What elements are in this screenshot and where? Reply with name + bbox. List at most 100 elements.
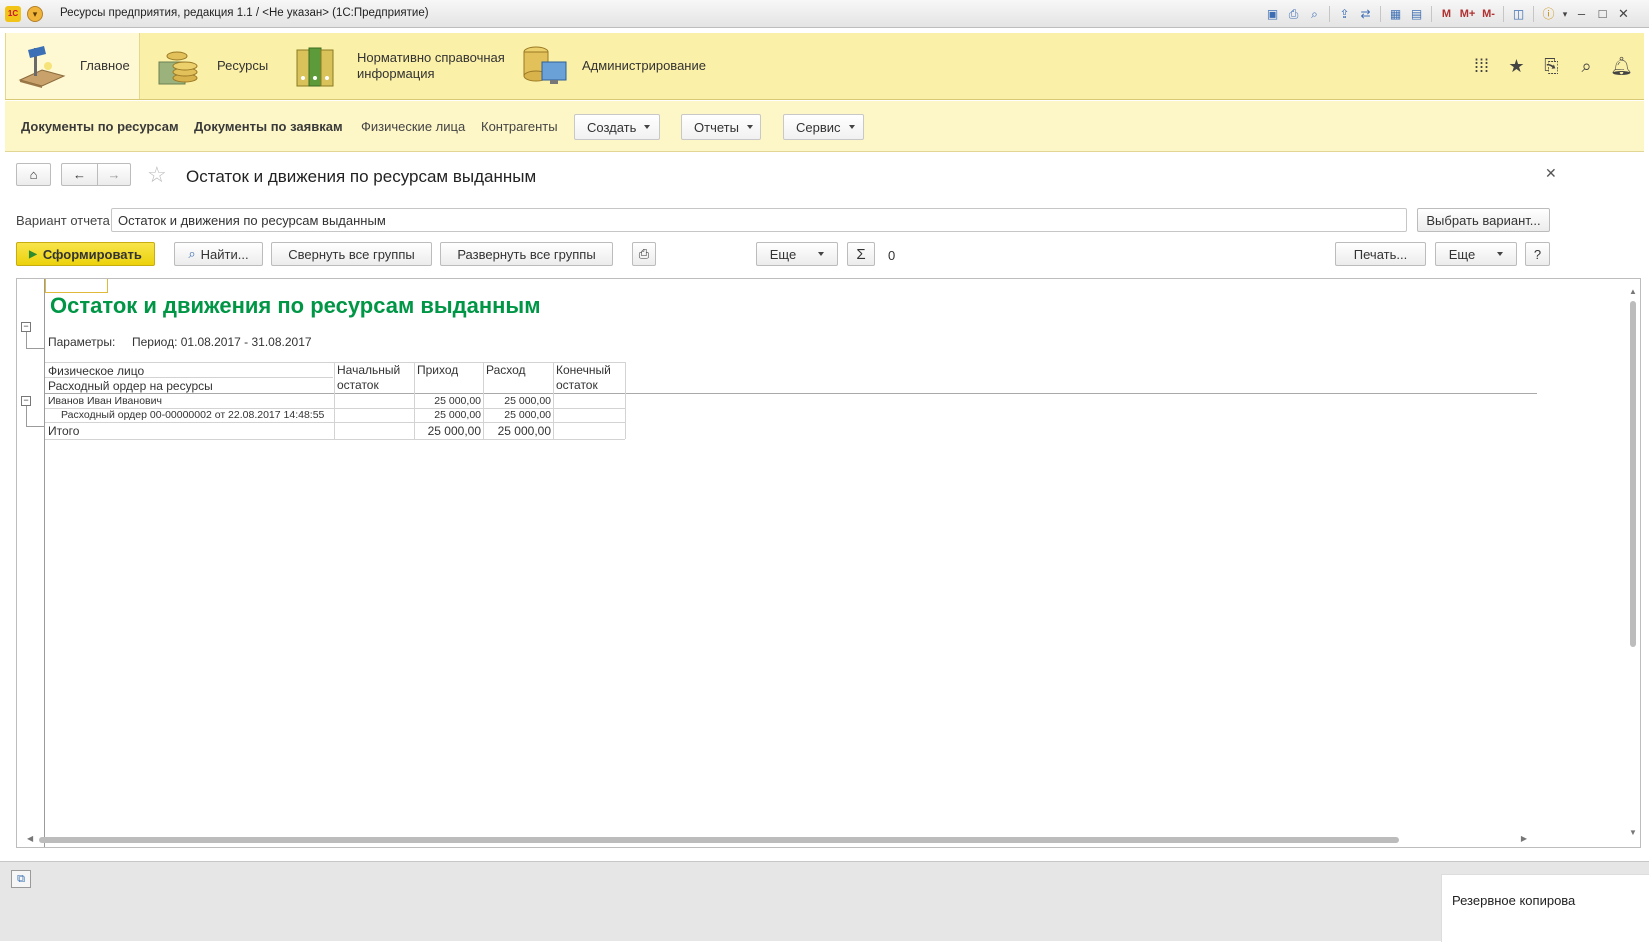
help-button[interactable]: ? <box>1525 242 1550 266</box>
attach-icon[interactable]: ⇄ <box>1355 5 1376 23</box>
close-window-icon[interactable]: ✕ <box>1613 5 1634 23</box>
reports-menu-label: Отчеты <box>694 119 739 135</box>
choose-variant-button[interactable]: Выбрать вариант... <box>1417 208 1550 232</box>
link-icon[interactable]: ⇪ <box>1334 5 1355 23</box>
section-administration[interactable]: Администрирование <box>520 33 720 99</box>
more-button-2[interactable]: Еще <box>1435 242 1517 266</box>
minimize-icon[interactable]: – <box>1571 5 1592 23</box>
preview-icon[interactable]: ⌕ <box>1304 5 1325 23</box>
group-margin-line <box>44 279 45 847</box>
arrow-right-icon: → <box>107 167 121 182</box>
calendar-icon[interactable]: ▤ <box>1406 5 1427 23</box>
grid-line <box>45 439 625 440</box>
row-expense: 25 000,00 <box>504 395 551 407</box>
info-icon[interactable]: ⓘ <box>1538 5 1559 23</box>
scroll-up-icon[interactable]: ▲ <box>1629 287 1637 296</box>
calculator-icon[interactable]: ▦ <box>1385 5 1406 23</box>
arrow-left-icon: ← <box>73 167 86 182</box>
printer-icon: ⎙ <box>638 246 650 261</box>
reports-menu-button[interactable]: Отчеты <box>681 114 761 140</box>
create-menu-button[interactable]: Создать <box>574 114 660 140</box>
save-icon[interactable]: ▣ <box>1262 5 1283 23</box>
more-button[interactable]: Еще <box>756 242 838 266</box>
grid-line <box>45 362 625 363</box>
database-computer-icon <box>520 44 570 88</box>
collapse-row-group-icon[interactable]: − <box>21 396 31 406</box>
row-income: 25 000,00 <box>434 409 481 421</box>
chevron-down-icon <box>818 252 825 256</box>
maximize-icon[interactable]: □ <box>1592 5 1613 23</box>
grid-line <box>553 362 554 439</box>
separator <box>1329 6 1330 22</box>
all-functions-icon[interactable]: ⁞⁞⁞ <box>1464 56 1499 77</box>
report-spreadsheet[interactable]: Остаток и движения по ресурсам выданным … <box>16 278 1641 848</box>
header-expense: Расход <box>486 363 526 377</box>
horizontal-scroll-thumb[interactable] <box>39 837 1399 843</box>
history-icon[interactable]: ⎘ <box>1534 56 1569 77</box>
form-title: Остаток и движения по ресурсам выданным <box>186 167 537 186</box>
group-line <box>26 332 27 348</box>
section-label: Главное <box>80 58 130 73</box>
favorite-star-icon[interactable]: ☆ <box>147 162 167 188</box>
collapse-all-groups-button[interactable]: Свернуть все группы <box>271 242 432 266</box>
find-label: Найти... <box>200 246 249 262</box>
print-button[interactable]: ⎙ <box>632 242 656 266</box>
variant-field[interactable]: Остаток и движения по ресурсам выданным <box>111 208 1407 232</box>
group-line <box>26 426 44 427</box>
memory-plus-button[interactable]: M+ <box>1457 5 1478 23</box>
params-label: Параметры: <box>48 335 116 349</box>
favorites-star-icon[interactable]: ★ <box>1499 56 1534 77</box>
close-form-icon[interactable]: ✕ <box>1545 165 1557 182</box>
home-button[interactable]: ⌂ <box>16 163 51 186</box>
section-main[interactable]: Главное <box>5 33 140 99</box>
coins-icon <box>155 44 205 88</box>
find-button[interactable]: ⌕ Найти... <box>174 242 263 266</box>
horizontal-scrollbar[interactable]: ◀ ▶ <box>27 834 1527 844</box>
status-bar: ⧉ Резервное копирова <box>0 861 1649 942</box>
section-reference-info[interactable]: Нормативно справочная информация <box>295 33 505 99</box>
print-icon[interactable]: ⎙ <box>1283 5 1304 23</box>
nav-link-counterparties[interactable]: Контрагенты <box>481 119 558 134</box>
notification-popup[interactable]: Резервное копирова <box>1441 874 1649 942</box>
panels-icon[interactable]: ◫ <box>1508 5 1529 23</box>
header-bottom-line <box>45 393 1537 394</box>
desk-lamp-icon <box>18 44 68 88</box>
print-preview-button[interactable]: Печать... <box>1335 242 1426 266</box>
row-expense: 25 000,00 <box>504 409 551 421</box>
report-title: Остаток и движения по ресурсам выданным <box>50 293 541 318</box>
service-menu-button[interactable]: Сервис <box>783 114 864 140</box>
group-line <box>26 406 27 426</box>
sections-panel: Главное Ресурсы Нормативно справочная ин… <box>5 33 1644 100</box>
collapse-group-icon[interactable]: − <box>21 322 31 332</box>
nav-link-individuals[interactable]: Физические лица <box>361 119 465 134</box>
sum-button[interactable]: Σ <box>847 242 875 266</box>
generate-report-button[interactable]: ▶ Сформировать <box>16 242 155 266</box>
scroll-right-icon[interactable]: ▶ <box>1521 834 1527 843</box>
scroll-left-icon[interactable]: ◀ <box>27 834 33 843</box>
section-commands-bar: Документы по ресурсам Документы по заявк… <box>5 101 1644 152</box>
forward-button[interactable]: → <box>97 163 131 186</box>
header-opening-balance: Начальный остаток <box>337 363 401 392</box>
search-icon[interactable]: ⌕ <box>1569 56 1604 77</box>
total-income: 25 000,00 <box>427 424 481 438</box>
windows-list-icon[interactable]: ⧉ <box>11 870 31 888</box>
notifications-bell-icon[interactable]: 🔔︎ <box>1604 56 1639 77</box>
title-toolbar: ▣ ⎙ ⌕ ⇪ ⇄ ▦ ▤ M M+ M- ◫ ⓘ ▾ – □ ✕ <box>1262 4 1634 24</box>
separator <box>1503 6 1504 22</box>
section-resources[interactable]: Ресурсы <box>155 33 285 99</box>
vertical-scroll-thumb[interactable] <box>1630 301 1636 647</box>
main-menu-button[interactable]: ▾ <box>27 6 43 22</box>
memory-minus-button[interactable]: M- <box>1478 5 1499 23</box>
scroll-down-icon[interactable]: ▼ <box>1629 828 1637 837</box>
back-button[interactable]: ← <box>61 163 97 186</box>
sum-value: 0 <box>888 248 896 263</box>
vertical-scrollbar[interactable]: ▲ ▼ <box>1629 287 1637 837</box>
nav-link-documents-resources[interactable]: Документы по ресурсам <box>21 119 179 134</box>
info-dropdown-icon[interactable]: ▾ <box>1559 5 1571 23</box>
separator <box>1431 6 1432 22</box>
nav-link-documents-requests[interactable]: Документы по заявкам <box>194 119 343 134</box>
sigma-icon: Σ <box>856 245 866 263</box>
expand-all-groups-button[interactable]: Развернуть все группы <box>440 242 613 266</box>
memory-m-button[interactable]: M <box>1436 5 1457 23</box>
search-icon: ⌕ <box>188 246 196 261</box>
